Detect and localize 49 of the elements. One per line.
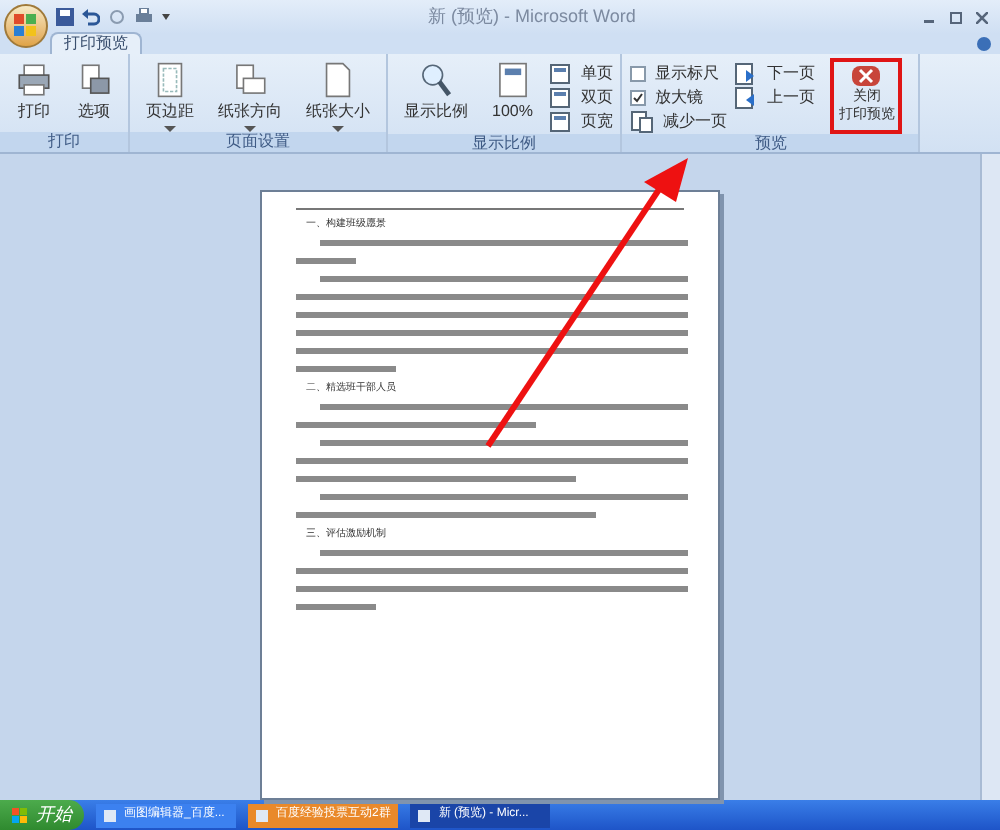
windows-logo-icon — [12, 807, 28, 823]
save-icon[interactable] — [56, 8, 74, 26]
page-icon — [548, 62, 573, 86]
close-icon — [852, 66, 881, 86]
ribbon-small-button[interactable]: 页宽 — [548, 110, 613, 134]
checkbox-box — [630, 66, 647, 82]
next-page-icon — [734, 62, 759, 86]
printer-icon — [16, 62, 52, 98]
page-orientation-icon — [232, 62, 268, 98]
ribbon-small-button[interactable]: 单页 — [548, 62, 613, 86]
page-size-icon — [320, 62, 356, 98]
page-icon — [548, 86, 573, 110]
app-icon — [256, 809, 268, 821]
ribbon-small-button[interactable]: 下一页 — [734, 62, 815, 86]
app-icon — [104, 809, 116, 821]
app-icon — [418, 809, 431, 821]
ribbon-button[interactable]: 显示比例 — [396, 58, 476, 122]
caret-icon[interactable] — [162, 14, 170, 20]
ribbon-tab[interactable]: 打印预览 — [50, 32, 142, 54]
ribbon-small-button[interactable]: 减少一页 — [630, 110, 727, 134]
window-title: 新 (预览) - Microsoft Word — [428, 4, 636, 30]
ribbon-button[interactable]: 选项 — [68, 58, 120, 122]
close-icon[interactable] — [976, 11, 988, 23]
undo-icon[interactable] — [82, 8, 100, 26]
help-icon[interactable] — [976, 36, 992, 52]
page-icon — [497, 62, 528, 98]
office-logo-icon — [14, 14, 38, 38]
group-label: 页面设置 — [130, 132, 386, 152]
checkbox-box — [630, 90, 647, 106]
ribbon-small-button[interactable]: 双页 — [548, 86, 613, 110]
printer-options-icon — [76, 62, 112, 98]
checkbox[interactable]: 显示标尺 — [630, 62, 727, 86]
office-button[interactable] — [4, 4, 48, 48]
group-label: 打印 — [0, 132, 128, 152]
group-label: 显示比例 — [388, 134, 621, 152]
checkbox[interactable]: 放大镜 — [630, 86, 727, 110]
start-button[interactable]: 开始 — [0, 800, 84, 830]
page-icon — [548, 110, 573, 134]
scrollbar[interactable] — [980, 154, 1000, 800]
page-margins-icon — [152, 62, 188, 98]
zoom-100-button[interactable]: 100% — [484, 58, 541, 122]
shrink-page-icon — [630, 110, 655, 134]
ribbon-button[interactable]: 打印 — [8, 58, 60, 122]
previous-page-icon — [734, 86, 759, 110]
ribbon-small-button[interactable]: 上一页 — [734, 86, 815, 110]
magnifier-icon — [418, 62, 454, 98]
quick-print-icon[interactable] — [134, 8, 154, 26]
group-label: 预览 — [622, 134, 919, 152]
maximize-icon[interactable] — [950, 11, 962, 23]
